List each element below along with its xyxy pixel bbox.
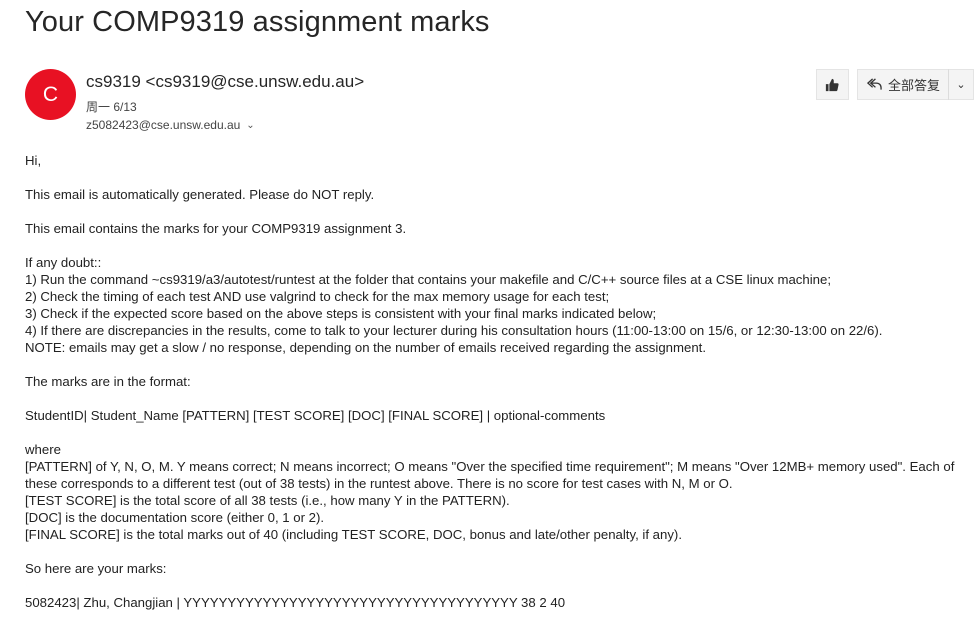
greeting: Hi, — [25, 153, 42, 168]
reply-options-chevron-icon[interactable]: ⌄ — [949, 78, 973, 91]
marks-line: 5082423| Zhu, Changjian | YYYYYYYYYYYYYY… — [25, 595, 566, 610]
doubt-note: NOTE: emails may get a slow / no respons… — [25, 340, 706, 355]
doubt-line: 4) If there are discrepancies in the res… — [25, 323, 883, 338]
sender-avatar[interactable]: C — [25, 69, 76, 120]
format-line: StudentID| Student_Name [PATTERN] [TEST … — [25, 408, 606, 423]
email-body: Hi, This email is automatically generate… — [25, 152, 975, 611]
where-label: where — [25, 442, 61, 457]
auto-notice: This email is automatically generated. P… — [25, 187, 375, 202]
doubt-title: If any doubt:: — [25, 255, 102, 270]
recipient-address[interactable]: z5082423@cse.unsw.edu.au — [86, 118, 240, 132]
email-subject: Your COMP9319 assignment marks — [25, 6, 490, 38]
reply-all-icon — [866, 78, 882, 90]
sender-address[interactable]: cs9319 <cs9319@cse.unsw.edu.au> — [86, 72, 364, 92]
definition-final-score: [FINAL SCORE] is the total marks out of … — [25, 527, 682, 542]
reply-all-label: 全部答复 — [887, 78, 940, 93]
marks-intro: So here are your marks: — [25, 561, 167, 576]
definition-pattern: [PATTERN] of Y, N, O, M. Y means correct… — [25, 459, 955, 491]
contains-notice: This email contains the marks for your C… — [25, 221, 407, 236]
reply-all-button[interactable]: 全部答复 ⌄ — [856, 69, 974, 100]
doubt-line: 2) Check the timing of each test AND use… — [25, 289, 610, 304]
definition-test-score: [TEST SCORE] is the total score of all 3… — [25, 493, 510, 508]
expand-recipients-icon[interactable]: ⌄ — [246, 120, 254, 131]
email-date: 周一 6/13 — [86, 100, 137, 114]
like-button[interactable] — [815, 69, 849, 100]
recipient-row: z5082423@cse.unsw.edu.au ⌄ — [86, 118, 255, 132]
doubt-line: 3) Check if the expected score based on … — [25, 306, 657, 321]
doubt-line: 1) Run the command ~cs9319/a3/autotest/r… — [25, 272, 831, 287]
message-actions: 全部答复 ⌄ — [815, 69, 974, 100]
format-intro: The marks are in the format: — [25, 374, 191, 389]
definition-doc: [DOC] is the documentation score (either… — [25, 510, 325, 525]
thumbs-up-icon — [826, 78, 840, 91]
